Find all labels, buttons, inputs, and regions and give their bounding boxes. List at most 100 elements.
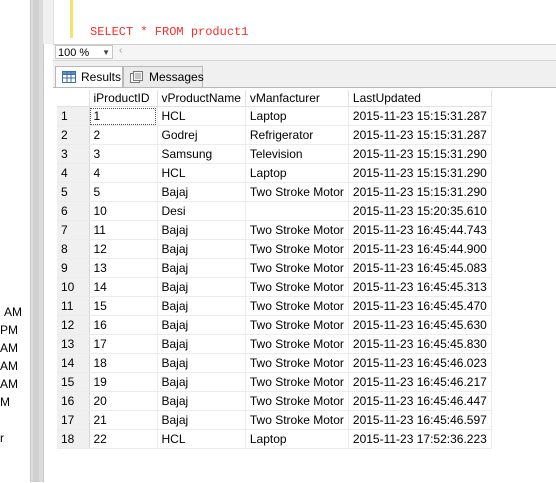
cell-product-id[interactable]: 3 [89, 144, 158, 164]
cell-product-id[interactable]: 14 [89, 277, 158, 297]
table-row[interactable]: 14 18 Bajaj Two Stroke Motor 2015-11-23 16:4… [57, 353, 492, 373]
cell-manufacturer[interactable] [245, 201, 349, 221]
cell-manufacturer[interactable]: Laptop [245, 429, 349, 449]
cell-manufacturer[interactable]: Two Stroke Motor [245, 353, 349, 373]
row-number[interactable]: 3 [57, 144, 90, 164]
cell-product-id[interactable]: 1 [89, 106, 158, 126]
cell-product-name[interactable]: Desi [157, 201, 246, 221]
cell-last-updated[interactable]: 2015-11-23 17:52:36.223 [348, 429, 492, 449]
cell-last-updated[interactable]: 2015-11-23 15:20:35.610 [348, 201, 492, 221]
table-row[interactable]: 16 20 Bajaj Two Stroke Motor 2015-11-23 16:4… [57, 391, 492, 411]
cell-manufacturer[interactable]: Refrigerator [245, 125, 349, 145]
cell-manufacturer[interactable]: Two Stroke Motor [245, 391, 349, 411]
cell-product-id[interactable]: 21 [89, 410, 158, 430]
tab-messages[interactable]: Messages [123, 66, 204, 87]
cell-product-name[interactable]: Bajaj [157, 182, 246, 202]
cell-last-updated[interactable]: 2015-11-23 15:15:31.290 [348, 144, 492, 164]
scroll-left-icon[interactable]: ‹ [119, 45, 122, 56]
table-row[interactable]: 15 19 Bajaj Two Stroke Motor 2015-11-23 16:4… [57, 372, 492, 392]
zoom-select[interactable]: 100 % ▼ [55, 45, 113, 59]
cell-manufacturer[interactable]: Two Stroke Motor [245, 220, 349, 240]
cell-manufacturer[interactable]: Two Stroke Motor [245, 334, 349, 354]
cell-last-updated[interactable]: 2015-11-23 15:15:31.287 [348, 106, 492, 126]
table-row[interactable]: 11 15 Bajaj Two Stroke Motor 2015-11-23 16:4… [57, 296, 492, 316]
tab-results[interactable]: Results [55, 66, 123, 88]
table-row[interactable]: 2 2 Godrej Refrigerator 2015-11-23 15:15:31.… [57, 125, 492, 145]
row-number[interactable]: 1 [57, 106, 90, 126]
cell-product-name[interactable]: Bajaj [157, 277, 246, 297]
cell-product-name[interactable]: Bajaj [157, 239, 246, 259]
cell-product-id[interactable]: 18 [89, 353, 158, 373]
cell-last-updated[interactable]: 2015-11-23 16:45:44.900 [348, 239, 492, 259]
row-number[interactable]: 4 [57, 163, 90, 183]
cell-last-updated[interactable]: 2015-11-23 16:45:46.447 [348, 391, 492, 411]
cell-manufacturer[interactable]: Two Stroke Motor [245, 239, 349, 259]
column-header[interactable]: iProductID [89, 90, 158, 107]
cell-product-id[interactable]: 19 [89, 372, 158, 392]
cell-product-id[interactable]: 17 [89, 334, 158, 354]
row-number[interactable]: 6 [57, 201, 90, 221]
row-number[interactable]: 2 [57, 125, 90, 145]
column-header[interactable]: vProductName [157, 90, 246, 107]
table-row[interactable]: 13 17 Bajaj Two Stroke Motor 2015-11-23 16:4… [57, 334, 492, 354]
table-row[interactable]: 12 16 Bajaj Two Stroke Motor 2015-11-23 16:4… [57, 315, 492, 335]
cell-product-id[interactable]: 2 [89, 125, 158, 145]
cell-product-id[interactable]: 13 [89, 258, 158, 278]
cell-manufacturer[interactable]: Two Stroke Motor [245, 410, 349, 430]
cell-last-updated[interactable]: 2015-11-23 16:45:45.830 [348, 334, 492, 354]
cell-last-updated[interactable]: 2015-11-23 16:45:45.313 [348, 277, 492, 297]
cell-product-id[interactable]: 4 [89, 163, 158, 183]
cell-manufacturer[interactable]: Laptop [245, 163, 349, 183]
cell-last-updated[interactable]: 2015-11-23 15:15:31.290 [348, 182, 492, 202]
cell-last-updated[interactable]: 2015-11-23 16:45:45.630 [348, 315, 492, 335]
row-number[interactable]: 15 [57, 372, 90, 392]
cell-product-id[interactable]: 12 [89, 239, 158, 259]
cell-last-updated[interactable]: 2015-11-23 16:45:46.023 [348, 353, 492, 373]
cell-product-name[interactable]: Bajaj [157, 220, 246, 240]
cell-manufacturer[interactable]: Two Stroke Motor [245, 182, 349, 202]
cell-product-name[interactable]: Samsung [157, 144, 246, 164]
cell-last-updated[interactable]: 2015-11-23 16:45:46.217 [348, 372, 492, 392]
cell-product-name[interactable]: Bajaj [157, 334, 246, 354]
cell-manufacturer[interactable]: Laptop [245, 106, 349, 126]
cell-product-name[interactable]: HCL [157, 106, 246, 126]
table-row[interactable]: 1 1 HCL Laptop 2015-11-23 15:15:31.287 [57, 106, 492, 126]
row-number[interactable]: 9 [57, 258, 90, 278]
table-row[interactable]: 7 11 Bajaj Two Stroke Motor 2015-11-23 16:45… [57, 220, 492, 240]
row-number[interactable]: 13 [57, 334, 90, 354]
row-number-header[interactable] [57, 90, 90, 107]
table-row[interactable]: 18 22 HCL Laptop 2015-11-23 17:52:36.223 [57, 429, 492, 449]
cell-product-name[interactable]: Godrej [157, 125, 246, 145]
table-row[interactable]: 9 13 Bajaj Two Stroke Motor 2015-11-23 16:45… [57, 258, 492, 278]
cell-product-id[interactable]: 22 [89, 429, 158, 449]
row-number[interactable]: 7 [57, 220, 90, 240]
cell-product-id[interactable]: 15 [89, 296, 158, 316]
cell-last-updated[interactable]: 2015-11-23 15:15:31.290 [348, 163, 492, 183]
row-number[interactable]: 17 [57, 410, 90, 430]
column-header[interactable]: vManfacturer [245, 90, 349, 107]
row-number[interactable]: 16 [57, 391, 90, 411]
cell-product-id[interactable]: 16 [89, 315, 158, 335]
cell-last-updated[interactable]: 2015-11-23 16:45:46.597 [348, 410, 492, 430]
table-row[interactable]: 8 12 Bajaj Two Stroke Motor 2015-11-23 16:45… [57, 239, 492, 259]
cell-manufacturer[interactable]: Two Stroke Motor [245, 277, 349, 297]
cell-product-name[interactable]: Bajaj [157, 258, 246, 278]
cell-manufacturer[interactable]: Television [245, 144, 349, 164]
row-number[interactable]: 11 [57, 296, 90, 316]
table-row[interactable]: 17 21 Bajaj Two Stroke Motor 2015-11-23 16:4… [57, 410, 492, 430]
cell-product-name[interactable]: Bajaj [157, 410, 246, 430]
table-row[interactable]: 5 5 Bajaj Two Stroke Motor 2015-11-23 15:15:… [57, 182, 492, 202]
row-number[interactable]: 8 [57, 239, 90, 259]
cell-product-name[interactable]: HCL [157, 429, 246, 449]
row-number[interactable]: 5 [57, 182, 90, 202]
row-number[interactable]: 10 [57, 277, 90, 297]
row-number[interactable]: 14 [57, 353, 90, 373]
cell-last-updated[interactable]: 2015-11-23 16:45:44.743 [348, 220, 492, 240]
cell-manufacturer[interactable]: Two Stroke Motor [245, 296, 349, 316]
cell-product-id[interactable]: 11 [89, 220, 158, 240]
cell-product-name[interactable]: Bajaj [157, 353, 246, 373]
row-number[interactable]: 18 [57, 429, 90, 449]
table-row[interactable]: 10 14 Bajaj Two Stroke Motor 2015-11-23 16:4… [57, 277, 492, 297]
column-header[interactable]: LastUpdated [348, 90, 492, 107]
table-row[interactable]: 4 4 HCL Laptop 2015-11-23 15:15:31.290 [57, 163, 492, 183]
